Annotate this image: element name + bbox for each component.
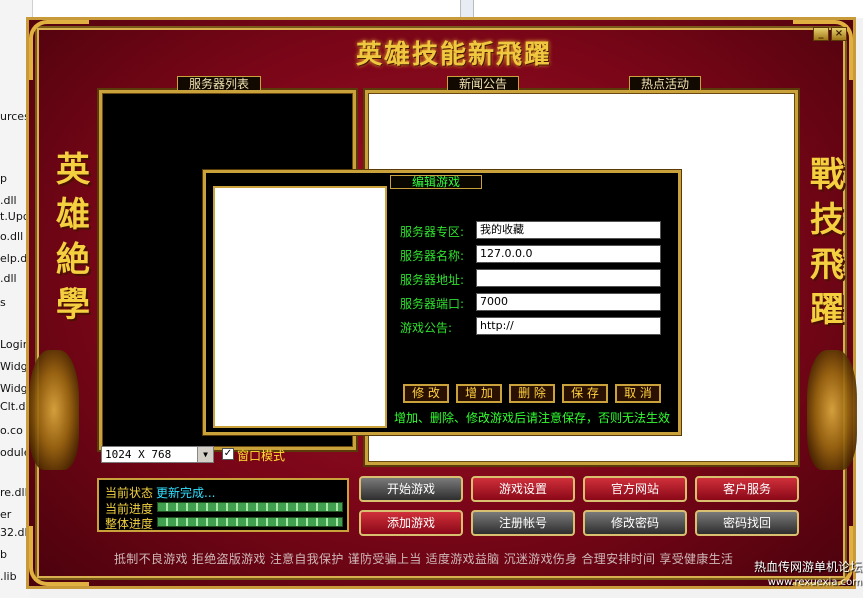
calligraphy-char: 戰: [810, 155, 844, 195]
calligraphy-char: 躍: [810, 290, 844, 330]
calligraphy-char: 英: [56, 150, 90, 190]
server-list-tab: 服务器列表: [177, 76, 261, 91]
update-status-box: 当前状态 更新完成... 当前进度 整体进度: [97, 478, 349, 532]
dialog-title: 编辑游戏: [390, 175, 482, 189]
forum-watermark: 热血传网游单机论坛 www.rexuexia.com: [742, 560, 862, 590]
start-game-button[interactable]: 开始游戏: [359, 476, 463, 502]
edit-game-dialog: 编辑游戏 服务器专区: 我的收藏 服务器名称: 127.0.0.0 服务器地址:…: [203, 170, 681, 435]
health-gaming-slogan: 抵制不良游戏 拒绝盗版游戏 注意自我保护 谨防受骗上当 适度游戏益脑 沉迷游戏伤…: [114, 552, 734, 566]
background-file-name: er: [0, 508, 12, 521]
calligraphy-char: 學: [56, 285, 90, 325]
server-port-label: 服务器端口:: [400, 297, 465, 311]
register-account-button[interactable]: 注册帐号: [471, 510, 575, 536]
server-name-field[interactable]: 127.0.0.0: [476, 245, 661, 263]
corner-ornament: [29, 20, 89, 80]
add-game-button[interactable]: 添加游戏: [359, 510, 463, 536]
background-file-name: .dll: [0, 272, 17, 285]
current-state-value: 更新完成...: [156, 486, 216, 500]
calligraphy-char: 絶: [56, 240, 90, 280]
game-list-box[interactable]: [213, 186, 387, 428]
dragon-ornament-right: [807, 350, 857, 470]
corner-ornament: [29, 526, 89, 586]
delete-button[interactable]: 删 除: [509, 384, 555, 403]
zone-field[interactable]: 我的收藏: [476, 221, 661, 239]
game-notice-label: 游戏公告:: [400, 321, 453, 335]
background-scroll-strip: [460, 0, 474, 18]
background-file-name: .lib: [0, 570, 17, 583]
close-button[interactable]: ×: [831, 27, 847, 41]
game-notice-field[interactable]: http://: [476, 317, 661, 335]
total-progress-label: 整体进度: [105, 517, 154, 531]
news-tab[interactable]: 新闻公告: [447, 76, 519, 91]
zone-label: 服务器专区:: [400, 225, 465, 239]
window-mode-label[interactable]: 窗口模式: [237, 447, 285, 464]
dragon-ornament-left: [29, 350, 79, 470]
background-file-name: re.dll: [0, 486, 28, 499]
background-file-name: o.co: [0, 424, 23, 437]
watermark-url: www.rexuexia.com: [767, 577, 862, 588]
resolution-select[interactable]: 1024 X 768 ▼: [101, 446, 214, 463]
chevron-down-icon[interactable]: ▼: [197, 447, 213, 462]
save-button[interactable]: 保 存: [562, 384, 608, 403]
minimize-button[interactable]: _: [813, 27, 829, 41]
modify-button[interactable]: 修 改: [403, 384, 449, 403]
current-state-label: 当前状态: [105, 486, 154, 500]
calligraphy-char: 飛: [810, 245, 844, 285]
right-calligraphy: 戰 技 飛 躍: [797, 153, 857, 333]
calligraphy-char: 雄: [56, 195, 90, 235]
watermark-title: 热血传网游单机论坛: [753, 560, 862, 574]
background-file-name: o.dll: [0, 230, 24, 243]
resolution-value: 1024 X 768: [105, 448, 172, 461]
official-site-button[interactable]: 官方网站: [583, 476, 687, 502]
window-mode-checkbox[interactable]: ✓: [222, 448, 234, 460]
dialog-save-note: 增加、删除、修改游戏后请注意保存，否则无法生效: [394, 411, 671, 425]
background-file-name: s: [0, 296, 6, 309]
add-button[interactable]: 增 加: [456, 384, 502, 403]
game-settings-button[interactable]: 游戏设置: [471, 476, 575, 502]
background-file-name: b: [0, 548, 7, 561]
server-address-label: 服务器地址:: [400, 273, 465, 287]
total-progress-bar: [157, 517, 343, 527]
background-file-name: Widg: [0, 360, 28, 373]
server-port-field[interactable]: 7000: [476, 293, 661, 311]
server-name-label: 服务器名称:: [400, 249, 465, 263]
background-file-name: p: [0, 172, 7, 185]
background-file-name: .dll: [0, 194, 17, 207]
calligraphy-char: 技: [810, 200, 844, 240]
change-password-button[interactable]: 修改密码: [583, 510, 687, 536]
recover-password-button[interactable]: 密码找回: [695, 510, 799, 536]
cancel-button[interactable]: 取 消: [615, 384, 661, 403]
background-file-name: elp.d: [0, 252, 28, 265]
background-file-name: Widg: [0, 382, 28, 395]
server-address-field[interactable]: [476, 269, 661, 287]
left-calligraphy: 英 雄 絶 學: [43, 148, 103, 328]
launcher-title: 英雄技能新飛躍: [355, 40, 552, 70]
current-progress-bar: [157, 502, 343, 512]
customer-service-button[interactable]: 客户服务: [695, 476, 799, 502]
hot-events-tab[interactable]: 热点活动: [629, 76, 701, 91]
background-file-name: 32.dl: [0, 526, 28, 539]
